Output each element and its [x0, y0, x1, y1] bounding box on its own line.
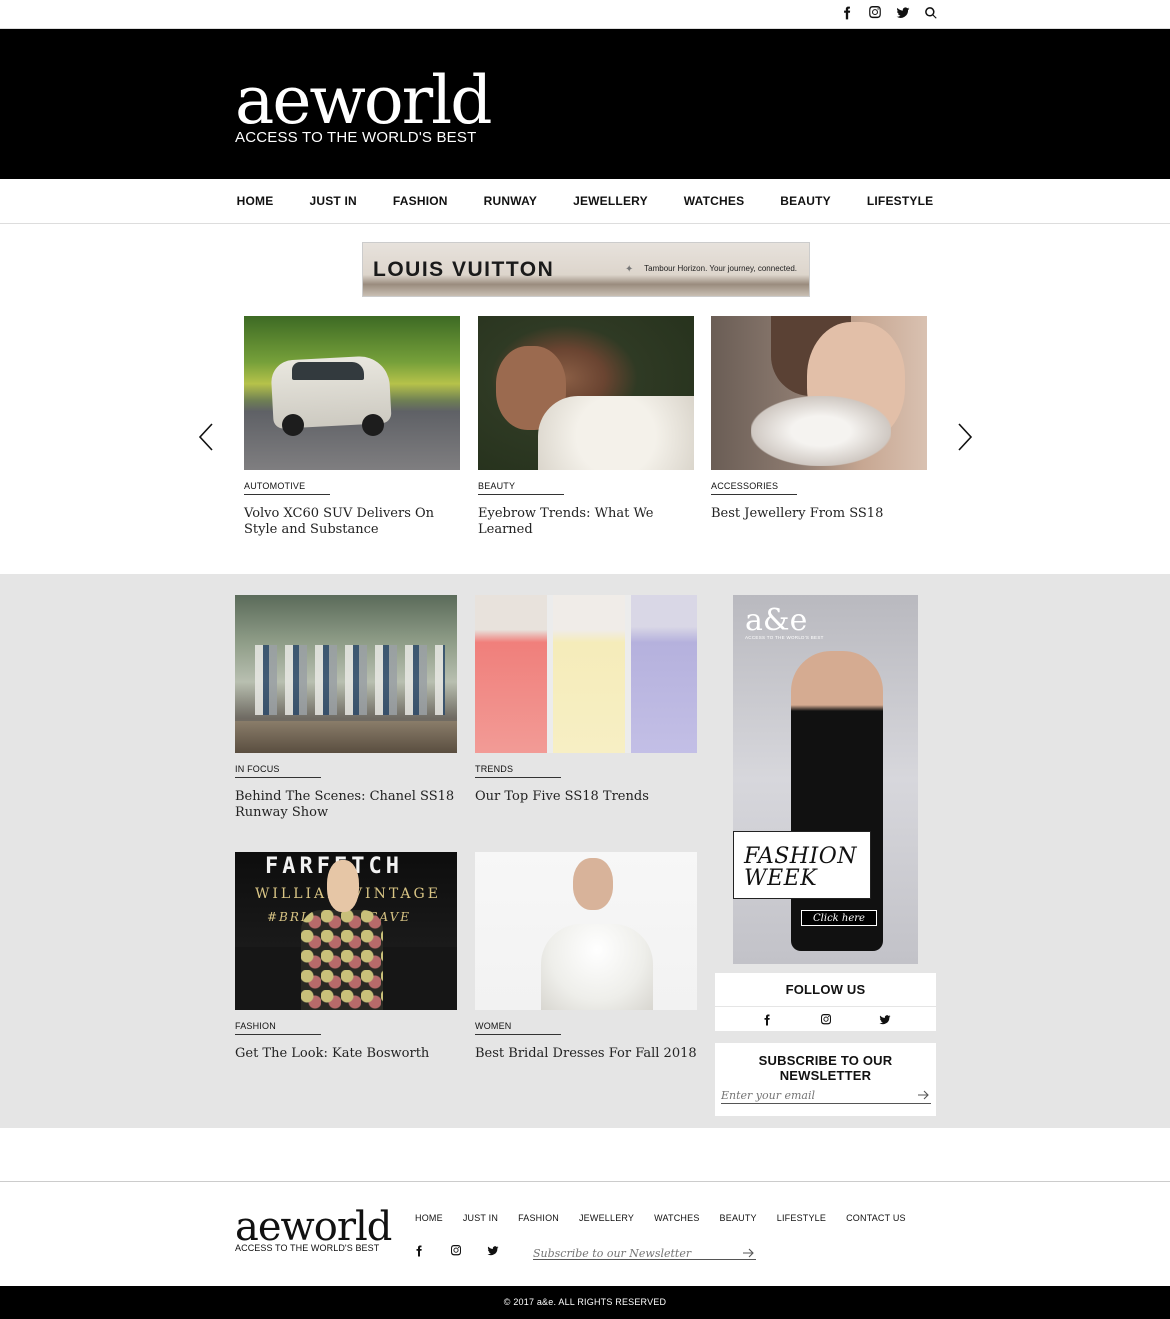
masthead: aeworld ACCESS TO THE WORLD'S BEST	[0, 29, 1170, 179]
footer-wordmark: aeworld	[235, 1204, 392, 1250]
twitter-icon[interactable]	[896, 6, 910, 20]
nav-beauty[interactable]: BEAUTY	[762, 194, 849, 208]
footer-nav-just-in[interactable]: JUST IN	[463, 1213, 498, 1223]
facebook-icon[interactable]	[760, 1013, 774, 1027]
ad-star-icon: ✦	[625, 264, 634, 275]
carousel-card-beauty[interactable]: BEAUTY Eyebrow Trends: What We Learned	[478, 316, 694, 538]
card-category[interactable]: FASHION	[235, 1021, 321, 1035]
footer-nav: HOME JUST IN FASHION JEWELLERY WATCHES B…	[415, 1213, 906, 1223]
follow-us-widget: FOLLOW US	[715, 973, 936, 1031]
articles-section: IN FOCUS Behind The Scenes: Chanel SS18 …	[0, 574, 1170, 1128]
kate-bosworth-image[interactable]: FARFETCH WILLIAM VINTAGE #BRIGHTER SAVE	[235, 852, 457, 1010]
footer-social-icons	[412, 1244, 500, 1258]
article-card-trends[interactable]: TRENDS Our Top Five SS18 Trends	[475, 595, 697, 805]
nav-jewellery[interactable]: JEWELLERY	[555, 194, 666, 208]
fashion-week-ad[interactable]: a&e ACCESS TO THE WORLD'S BEST FASHION WE…	[733, 595, 918, 964]
twitter-icon[interactable]	[878, 1013, 892, 1027]
card-category[interactable]: AUTOMOTIVE	[244, 481, 330, 495]
nav-runway[interactable]: RUNWAY	[466, 194, 555, 208]
volvo-xc60-image[interactable]	[244, 316, 460, 470]
louis-vuitton-ad-banner[interactable]: LOUIS VUITTON ✦ Tambour Horizon. Your jo…	[362, 242, 810, 297]
footer-nav-watches[interactable]: WATCHES	[654, 1213, 699, 1223]
bridal-dress-image[interactable]	[475, 852, 697, 1010]
card-category[interactable]: IN FOCUS	[235, 764, 321, 778]
chanel-runway-image[interactable]	[235, 595, 457, 753]
site-logo[interactable]: aeworld ACCESS TO THE WORLD'S BEST	[235, 62, 493, 147]
facebook-icon[interactable]	[840, 6, 854, 20]
nav-lifestyle[interactable]: LIFESTYLE	[849, 194, 951, 208]
ad-tagline: Tambour Horizon. Your journey, connected…	[644, 264, 797, 273]
facebook-icon[interactable]	[412, 1244, 426, 1258]
nav-home[interactable]: HOME	[219, 194, 292, 208]
nav-just-in[interactable]: JUST IN	[291, 194, 374, 208]
newsletter-heading: SUBSCRIBE TO OUR NEWSLETTER	[758, 1053, 893, 1083]
card-title[interactable]: Eyebrow Trends: What We Learned	[478, 506, 694, 538]
card-title[interactable]: Best Jewellery From SS18	[711, 506, 927, 522]
footer-logo[interactable]: aeworld ACCESS TO THE WORLD'S BEST	[235, 1204, 392, 1253]
carousel-next-arrow-icon[interactable]	[956, 422, 974, 452]
ss18-trends-image[interactable]	[475, 595, 697, 753]
search-icon[interactable]	[924, 6, 938, 20]
footer-newsletter-field	[533, 1244, 756, 1260]
nav-fashion[interactable]: FASHION	[375, 194, 466, 208]
ad-click-here-button[interactable]: Click here	[801, 910, 877, 926]
featured-carousel: AUTOMOTIVE Volvo XC60 SUV Delivers On St…	[0, 316, 1170, 556]
instagram-icon[interactable]	[819, 1013, 833, 1027]
footer-nav-home[interactable]: HOME	[415, 1213, 443, 1223]
card-title[interactable]: Best Bridal Dresses For Fall 2018	[475, 1046, 697, 1062]
card-title[interactable]: Behind The Scenes: Chanel SS18 Runway Sh…	[235, 789, 457, 821]
footer-nav-contact-us[interactable]: CONTACT US	[846, 1213, 906, 1223]
card-title[interactable]: Get The Look: Kate Bosworth	[235, 1046, 457, 1062]
card-category[interactable]: TRENDS	[475, 764, 561, 778]
ad-logo-tagline: ACCESS TO THE WORLD'S BEST	[745, 635, 824, 640]
follow-us-heading: FOLLOW US	[785, 982, 866, 997]
ad-logo: a&e	[745, 603, 808, 638]
ad-headline: FASHION WEEK	[744, 844, 857, 891]
eyebrow-trends-image[interactable]	[478, 316, 694, 470]
newsletter-email-input[interactable]	[721, 1089, 901, 1102]
carousel-card-automotive[interactable]: AUTOMOTIVE Volvo XC60 SUV Delivers On St…	[244, 316, 460, 538]
card-category[interactable]: ACCESSORIES	[711, 481, 797, 495]
social-icons	[840, 6, 938, 20]
nav-watches[interactable]: WATCHES	[666, 194, 763, 208]
instagram-icon[interactable]	[868, 6, 882, 20]
ad-brand: LOUIS VUITTON	[373, 258, 555, 281]
article-card-fashion[interactable]: FARFETCH WILLIAM VINTAGE #BRIGHTER SAVE …	[235, 852, 457, 1062]
card-category[interactable]: WOMEN	[475, 1021, 561, 1035]
logo-tagline: ACCESS TO THE WORLD'S BEST	[235, 129, 477, 146]
twitter-icon[interactable]	[486, 1244, 500, 1258]
article-card-in-focus[interactable]: IN FOCUS Behind The Scenes: Chanel SS18 …	[235, 595, 457, 821]
ad-headline-box: FASHION WEEK	[733, 831, 871, 899]
instagram-icon[interactable]	[449, 1244, 463, 1258]
arrow-right-icon[interactable]	[917, 1088, 929, 1100]
carousel-prev-arrow-icon[interactable]	[197, 422, 215, 452]
newsletter-field	[721, 1086, 931, 1104]
main-nav: HOME JUST IN FASHION RUNWAY JEWELLERY WA…	[0, 179, 1170, 224]
card-category[interactable]: BEAUTY	[478, 481, 564, 495]
jewellery-ss18-image[interactable]	[711, 316, 927, 470]
article-card-women[interactable]: WOMEN Best Bridal Dresses For Fall 2018	[475, 852, 697, 1062]
footer-nav-fashion[interactable]: FASHION	[518, 1213, 559, 1223]
footer: aeworld ACCESS TO THE WORLD'S BEST HOME …	[0, 1181, 1170, 1286]
footer-newsletter-input[interactable]	[533, 1247, 713, 1260]
arrow-right-icon[interactable]	[742, 1246, 754, 1258]
logo-wordmark: aeworld	[235, 62, 493, 139]
carousel-card-accessories[interactable]: ACCESSORIES Best Jewellery From SS18	[711, 316, 927, 522]
card-title[interactable]: Volvo XC60 SUV Delivers On Style and Sub…	[244, 506, 460, 538]
copyright: © 2017 a&e. ALL RIGHTS RESERVED	[0, 1286, 1170, 1319]
footer-tagline: ACCESS TO THE WORLD'S BEST	[235, 1243, 380, 1253]
footer-nav-lifestyle[interactable]: LIFESTYLE	[777, 1213, 826, 1223]
footer-nav-beauty[interactable]: BEAUTY	[720, 1213, 757, 1223]
newsletter-widget: SUBSCRIBE TO OUR NEWSLETTER	[715, 1043, 936, 1116]
card-title[interactable]: Our Top Five SS18 Trends	[475, 789, 697, 805]
utility-bar	[0, 0, 1170, 29]
footer-nav-jewellery[interactable]: JEWELLERY	[579, 1213, 634, 1223]
